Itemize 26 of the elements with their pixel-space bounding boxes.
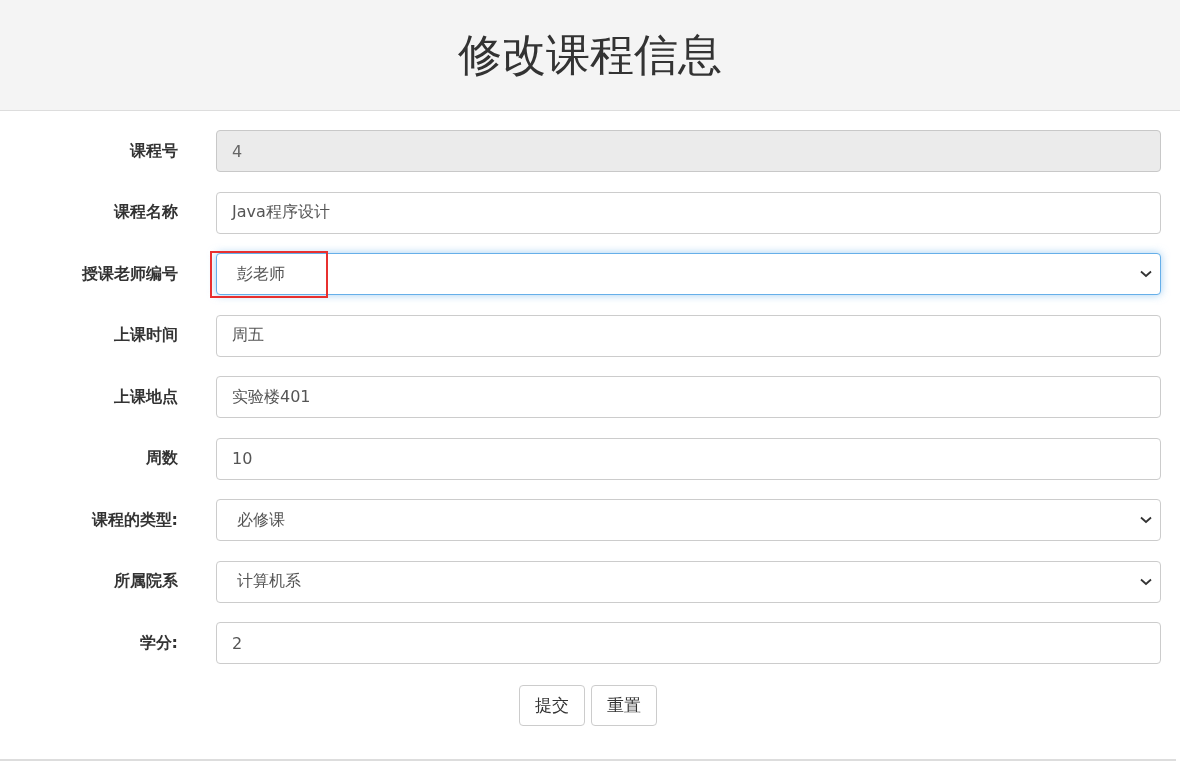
submit-button[interactable]: 提交 [519, 684, 585, 726]
chevron-down-icon [1140, 516, 1152, 524]
input-field[interactable]: 周五 [216, 314, 1161, 357]
chevron-down-icon [1140, 577, 1152, 586]
field-label: 课程的类型: [90, 509, 178, 531]
select-dropdown[interactable]: 必修课 [216, 499, 1161, 541]
field-label: 上课时间 [113, 325, 178, 346]
select-value: 计算机系 [237, 571, 301, 592]
input-field[interactable]: Java程序设计 [216, 191, 1161, 234]
reset-button[interactable]: 重置 [591, 684, 657, 726]
input-field[interactable]: 实验楼401 [216, 376, 1161, 418]
chevron-down-icon [1140, 270, 1152, 278]
select-dropdown[interactable]: 彭老师 [216, 253, 1161, 295]
page-title: 修改课程信息 [458, 27, 722, 82]
input-field[interactable]: 2 [216, 622, 1161, 664]
field-label: 授课老师编号 [81, 263, 178, 285]
input-field[interactable]: 10 [216, 437, 1161, 480]
select-dropdown[interactable]: 计算机系 [216, 560, 1161, 603]
field-label: 周数 [145, 448, 178, 469]
field-label: 上课地点 [113, 386, 178, 408]
field-label: 课程号 [128, 140, 178, 162]
select-value: 必修课 [237, 509, 285, 531]
field-label: 学分: [138, 632, 178, 654]
field-label: 课程名称 [112, 202, 178, 223]
select-value: 彭老师 [237, 263, 285, 285]
field-label: 所属院系 [113, 571, 178, 592]
